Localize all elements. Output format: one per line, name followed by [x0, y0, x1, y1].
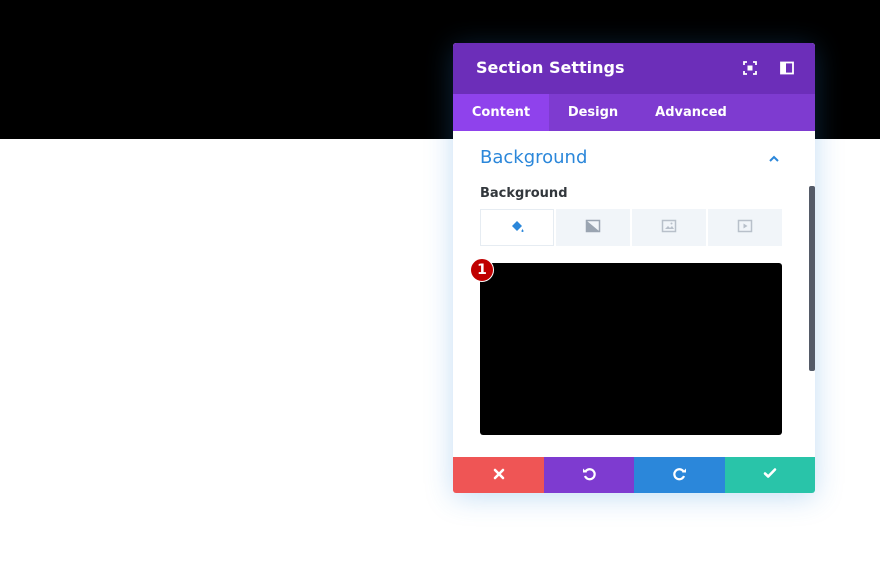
background-type-tabs [480, 209, 782, 246]
undo-icon [581, 465, 597, 485]
chevron-up-icon[interactable] [766, 151, 782, 167]
save-button[interactable] [725, 457, 815, 493]
bg-tab-gradient[interactable] [556, 209, 630, 246]
background-color-preview[interactable] [480, 263, 782, 435]
section-title[interactable]: Background [480, 147, 587, 168]
color-fill-icon [509, 218, 525, 238]
section-settings-modal: Section Settings Content Design Advanced… [453, 43, 815, 493]
bg-tab-color[interactable] [480, 209, 554, 246]
step-badge: 1 [470, 258, 494, 282]
modal-header: Section Settings [453, 43, 815, 94]
discard-button[interactable] [453, 457, 544, 493]
tab-advanced[interactable]: Advanced [637, 94, 745, 131]
page: Section Settings Content Design Advanced… [0, 0, 880, 570]
bg-tab-image[interactable] [632, 209, 706, 246]
close-icon [492, 466, 506, 485]
focus-mode-icon[interactable] [742, 60, 758, 76]
modal-title: Section Settings [476, 58, 625, 77]
video-icon [737, 218, 753, 238]
redo-button[interactable] [634, 457, 725, 493]
modal-footer [453, 457, 815, 493]
sidebar-toggle-icon[interactable] [779, 60, 795, 76]
image-icon [661, 218, 677, 238]
tab-content[interactable]: Content [453, 94, 549, 131]
tab-design[interactable]: Design [549, 94, 637, 131]
scrollbar[interactable] [809, 186, 815, 371]
gradient-icon [585, 218, 601, 238]
redo-icon [672, 465, 688, 485]
settings-tabs: Content Design Advanced [453, 94, 815, 131]
field-label: Background [480, 186, 568, 201]
bg-tab-video[interactable] [708, 209, 782, 246]
undo-button[interactable] [544, 457, 634, 493]
settings-body: Background Background 1 [453, 131, 815, 457]
save-check-icon [762, 465, 778, 485]
